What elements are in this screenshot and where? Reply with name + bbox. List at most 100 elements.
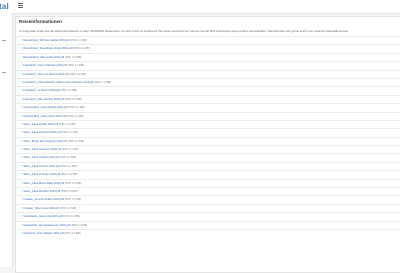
file-link[interactable]: Italien_Casa Pigafio 2019.pdf [23, 123, 58, 126]
file-size: (PDF 2,0 MB) [73, 47, 90, 51]
pdf-file-icon: 🗎 [20, 156, 23, 160]
brand-logo[interactable]: tal [0, 2, 9, 11]
file-list-item: 🗎Italien_Casa Pisciano 2019.pdf (PDF 2,4… [16, 187, 400, 195]
file-size: (PDF 2,4 MB) [65, 181, 82, 185]
file-size: (PDF 2,3 MB) [60, 173, 78, 177]
file-list-item: 🗎Frankreich_Camp La Marina 2019.pdf (PDF… [16, 69, 400, 78]
pdf-file-icon: 🗎 [20, 114, 23, 118]
file-size: (PDF 2,4 MB) [70, 39, 87, 42]
pdf-file-icon: 🗎 [20, 106, 23, 110]
file-list-item: 🗎Niederlande_Haus Anja 2019.pdf (PDF 2,3… [16, 212, 400, 220]
pdf-file-icon: 🗎 [20, 231, 23, 235]
pdf-file-icon: 🗎 [20, 122, 23, 126]
pdf-file-icon: 🗎 [20, 80, 23, 84]
file-list-item: 🗎Frankreich_provenzalische Villa & Camp … [16, 77, 400, 86]
file-size: (PDF 2,3 MB) [64, 231, 81, 235]
file-list-item: 🗎Italien_Casa di Pergo 2019.pdf (PDF 2,3… [16, 170, 400, 178]
hamburger-icon[interactable] [18, 3, 23, 8]
file-list-item: 🗎Niederlande_Het Zoekeneven 2019.pdf (PD… [16, 220, 400, 229]
pdf-file-icon: 🗎 [20, 148, 23, 152]
file-link[interactable]: Niederlande_Haus Anja 2019.pdf [23, 215, 62, 218]
file-link[interactable]: Italien_Casa di Pergo 2019.pdf [23, 173, 60, 176]
file-link[interactable]: Italien_Casa Monte Bello 2019.pdf [23, 182, 64, 185]
pdf-file-icon: 🗎 [20, 215, 23, 219]
file-size: (PDF 2,4 MB) [60, 190, 78, 194]
pdf-file-icon: 🗎 [20, 173, 23, 177]
file-list-item: 🗎Italien_Casa Corneto 2019.pdf (PDF 2,4 … [16, 161, 400, 170]
pdf-file-icon: 🗎 [20, 47, 23, 51]
file-size: (PDF 2,3 MB) [61, 131, 78, 135]
file-size: (PDF 2,3 MB) [63, 215, 80, 219]
file-size: (PDF 2,2 MB) [60, 89, 78, 93]
file-size: (PDF 2,4 MB) [59, 122, 76, 126]
file-size: (PDF 2,4 MB) [94, 80, 112, 84]
file-list-item: 🗎Italien_Casa Ganerino 2019.pdf (PDF 2,4… [16, 145, 400, 153]
reiseinformationen-panel: Reiseinformationen Im Folgenden finden S… [15, 16, 400, 273]
file-link[interactable]: Deutschland_Villa Landa 2019.pdf [23, 56, 64, 59]
file-link[interactable]: Deutschland_Schloss Gadow 2019.pdf [23, 39, 69, 42]
file-list-item: 🗎Kroatien_Amrutic Solevo 2019.pdf (PDF 2… [16, 195, 400, 203]
file-list-item: 🗎Griechenland_Haus Henris 2019.pdf (PDF … [16, 111, 400, 120]
file-link[interactable]: Deutschland_Strandhaus Zingst 2019.pdf [23, 47, 72, 50]
pdf-file-icon: 🗎 [20, 198, 23, 202]
file-link[interactable]: Italien_Casa Pisciano 2019.pdf [23, 190, 60, 193]
file-list-item: 🗎Griechenland_Haus Monika 2019.pdf (PDF … [16, 103, 400, 111]
file-link[interactable]: Kroatien_Villa Lonka 2019.pdf [23, 207, 59, 210]
file-list-item: 🗎Italien_Casa Fontachi 2019.pdf (PDF 2,3… [16, 128, 400, 136]
file-link[interactable]: Österreich_Haus Brigitte 2019.pdf [23, 232, 63, 235]
file-list-item: 🗎Italien_Casa Monte Bello 2019.pdf (PDF … [16, 178, 400, 187]
pdf-file-icon: 🗎 [20, 131, 23, 135]
file-list-item: 🗎Frankreich_Camp Palmiers 2019.pdf (PDF … [16, 61, 400, 69]
pdf-file-icon: 🗎 [20, 223, 23, 227]
pdf-file-icon: 🗎 [20, 55, 23, 59]
file-link[interactable]: Niederlande_Het Zoekeneven 2019.pdf [23, 224, 70, 227]
top-bar [12, 0, 400, 14]
file-list-item: 🗎Italien_Casa Orseria 2019.pdf (PDF 2,4 … [16, 153, 400, 161]
sidebar-nav-item[interactable] [2, 40, 6, 41]
file-list-item: 🗎Italien_Borgo San Gregorio 2019.pdf (PD… [16, 136, 400, 145]
file-link[interactable]: Frankreich_Le Mourri 2019.pdf [23, 89, 60, 92]
file-link[interactable]: Kroatien_Amrutic Solevo 2019.pdf [23, 198, 64, 201]
file-link[interactable]: Italien_Casa Orseria 2019.pdf [23, 156, 59, 159]
file-link[interactable]: Italien_Casa Corneto 2019.pdf [23, 165, 59, 168]
file-size: (PDF 2,3 MB) [64, 198, 82, 202]
file-link[interactable]: Griechenland_Haus Henris 2019.pdf [23, 115, 66, 118]
intro-text: Im Folgenden finden Sie die Reiseinforma… [19, 29, 349, 33]
pdf-file-icon: 🗎 [20, 39, 23, 42]
file-size: (PDF 2,3 MB) [64, 55, 82, 59]
page-title: Reiseinformationen [19, 19, 62, 24]
pdf-file-icon: 🗎 [20, 139, 23, 143]
file-link[interactable]: Italien_Borgo San Gregorio 2019.pdf [23, 140, 67, 143]
sidebar-nav-item[interactable] [2, 72, 6, 73]
file-size: (PDF 2,4 MB) [59, 206, 77, 210]
file-list-item: 🗎Italien_Casa Pigafio 2019.pdf (PDF 2,4 … [16, 119, 400, 128]
file-list-item: 🗎Kroatien_Villa Lonka 2019.pdf (PDF 2,4 … [16, 203, 400, 212]
pdf-file-icon: 🗎 [20, 190, 23, 194]
pdf-file-icon: 🗎 [20, 89, 23, 93]
file-list-item: 🗎Deutschland_Villa Landa 2019.pdf (PDF 2… [16, 52, 400, 61]
file-list: 🗎Deutschland_Schloss Gadow 2019.pdf (PDF… [16, 36, 400, 237]
file-size: (PDF 2,4 MB) [67, 139, 85, 143]
file-link[interactable]: Italien_Casa Fontachi 2019.pdf [23, 131, 60, 134]
file-size: (PDF 2,4 MB) [67, 114, 84, 118]
pdf-file-icon: 🗎 [20, 181, 23, 185]
file-size: (PDF 2,4 MB) [60, 164, 77, 168]
file-list-item: 🗎Österreich_Haus Brigitte 2019.pdf (PDF … [16, 228, 400, 237]
file-link[interactable]: Griechenland_Haus Monika 2019.pdf [23, 106, 67, 109]
file-size: (PDF 2,4 MB) [61, 148, 79, 152]
pdf-file-icon: 🗎 [20, 206, 23, 210]
file-link[interactable]: Frankreich_Camp La Marina 2019.pdf [23, 73, 68, 76]
file-link[interactable]: Frankreich_provenzalische Villa & Camp P… [23, 81, 94, 84]
file-list-item: 🗎Deutschland_Schloss Gadow 2019.pdf (PDF… [16, 36, 400, 44]
pdf-file-icon: 🗎 [20, 164, 23, 168]
file-link[interactable]: Italien_Casa Ganerino 2019.pdf [23, 148, 61, 151]
file-size: (PDF 2,4 MB) [67, 64, 85, 68]
file-size: (PDF 2,6 MB) [69, 72, 86, 76]
file-list-item: 🗎Frankreich_Le Mourri 2019.pdf (PDF 2,2 … [16, 86, 400, 94]
pdf-file-icon: 🗎 [20, 97, 23, 101]
pdf-file-icon: 🗎 [20, 72, 23, 76]
file-link[interactable]: Frankreich_Camp Palmiers 2019.pdf [23, 64, 67, 67]
file-link[interactable]: Frankreich_Villa Caroline 2019.pdf [23, 98, 64, 101]
file-list-item: 🗎Deutschland_Strandhaus Zingst 2019.pdf … [16, 44, 400, 52]
file-size: (PDF 2,3 MB) [65, 97, 82, 101]
